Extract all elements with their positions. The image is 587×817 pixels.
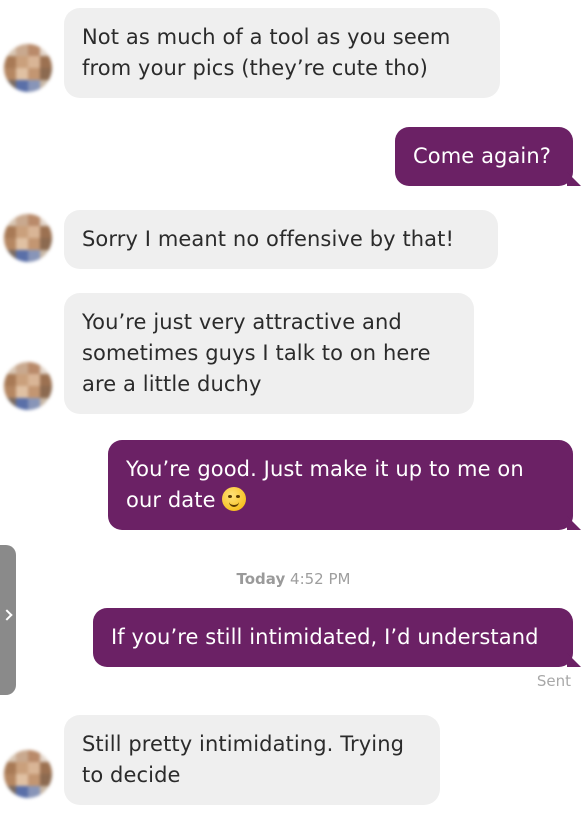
sent-status: Sent xyxy=(536,672,571,690)
incoming-message: Sorry I meant no offensive by that! xyxy=(64,210,498,269)
outgoing-message: Come again? xyxy=(395,127,581,186)
outgoing-message: If you’re still intimidated, I’d underst… xyxy=(93,608,581,667)
message-timestamp: Today 4:52 PM xyxy=(0,570,587,588)
chat-thread: Not as much of a tool as you seem from y… xyxy=(0,0,587,817)
timestamp-time: 4:52 PM xyxy=(290,570,351,588)
avatar[interactable] xyxy=(4,750,52,798)
timestamp-day: Today xyxy=(236,570,286,588)
message-text: You’re good. Just make it up to me on ou… xyxy=(126,457,524,512)
incoming-message: Still pretty intimidating. Trying to dec… xyxy=(64,715,440,805)
avatar[interactable] xyxy=(4,44,52,92)
incoming-message: You’re just very attractive and sometime… xyxy=(64,293,474,414)
avatar[interactable] xyxy=(4,214,52,262)
side-drawer-handle[interactable] xyxy=(0,545,16,695)
incoming-message: Not as much of a tool as you seem from y… xyxy=(64,8,500,98)
outgoing-message: You’re good. Just make it up to me on ou… xyxy=(108,440,581,530)
winking-face-emoji-icon xyxy=(221,487,246,511)
avatar[interactable] xyxy=(4,362,52,410)
